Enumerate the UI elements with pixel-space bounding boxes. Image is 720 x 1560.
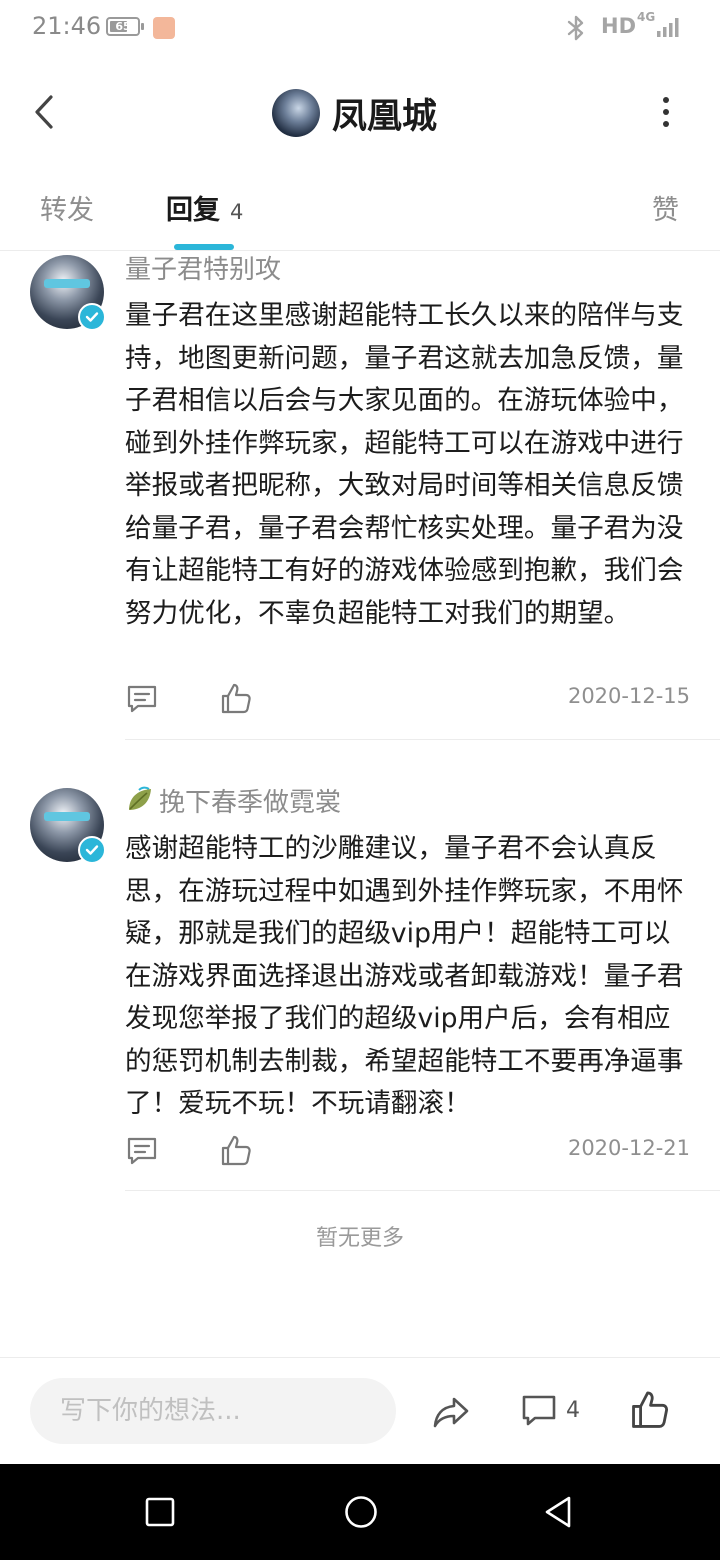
screen: 21:46 65 HD 4G 凤凰城 转发 回复 4 赞 量子君特别攻 量子君在… (0, 0, 720, 1560)
share-icon (433, 1397, 469, 1428)
share-button[interactable] (431, 1392, 471, 1432)
verified-badge-icon (78, 303, 106, 331)
divider (125, 1190, 720, 1191)
divider (0, 250, 720, 251)
page-title: 凤凰城 (332, 96, 438, 137)
comment-text: 量子君在这里感谢超能特工长久以来的陪伴与支持，地图更新问题，量子君这就去加急反馈… (125, 300, 684, 629)
header: 凤凰城 (0, 70, 720, 154)
group-avatar (272, 89, 320, 137)
comment-count-button[interactable]: 4 (521, 1392, 585, 1432)
comment-actions: 2020-12-15 (125, 682, 690, 722)
thumbs-up-icon[interactable] (219, 682, 253, 716)
signal-icon (657, 18, 679, 37)
more-dot-icon (663, 121, 669, 127)
more-dot-icon (663, 97, 669, 103)
back-button[interactable] (24, 88, 64, 136)
no-more-text: 暂无更多 (315, 1226, 404, 1251)
divider (125, 739, 720, 740)
comment-date: 2020-12-15 (567, 684, 690, 708)
comment-author[interactable]: 量子君特别攻 (125, 249, 281, 286)
comment-icon (522, 1395, 556, 1426)
thumbs-up-icon[interactable] (219, 1134, 253, 1168)
avatar-visor (44, 279, 90, 288)
more-dot-icon (663, 109, 669, 115)
chevron-left-icon (35, 95, 53, 129)
triangle-back-icon (545, 1496, 571, 1528)
tab-reply-label: 回复 (166, 195, 220, 226)
recent-apps-button[interactable] (136, 1488, 184, 1536)
thumbs-up-icon (632, 1391, 668, 1428)
avatar-visor (44, 812, 90, 821)
like-button[interactable] (630, 1390, 670, 1430)
comment-text: 感谢超能特工的沙雕建议，量子君不会认真反思，在游玩过程中如遇到外挂作弊玩家，不用… (125, 833, 684, 1119)
tab-reply[interactable]: 回复 4 (166, 188, 243, 227)
divider (0, 1357, 720, 1358)
tab-bar: 转发 回复 4 赞 (0, 180, 720, 250)
comment-count: 4 (566, 1398, 580, 1423)
reply-icon[interactable] (125, 682, 159, 716)
comment-input[interactable] (30, 1378, 396, 1444)
tab-reply-count: 4 (230, 200, 244, 224)
system-nav-bar (0, 1464, 720, 1560)
reply-icon[interactable] (125, 1134, 159, 1168)
notification-icon (153, 17, 175, 39)
square-icon (145, 1497, 175, 1527)
battery-percent: 65 (115, 20, 131, 33)
battery-icon: 65 (106, 17, 144, 36)
tab-like[interactable]: 赞 (652, 188, 679, 227)
comment-author-name: 挽下春季做霓裳 (159, 788, 342, 818)
status-time: 21:46 (32, 12, 102, 40)
comment-actions: 2020-12-21 (125, 1134, 690, 1174)
tab-forward[interactable]: 转发 (40, 188, 94, 227)
home-button[interactable] (337, 1488, 385, 1536)
verified-badge-icon (78, 836, 106, 864)
leaf-icon (129, 786, 151, 810)
hd-label: HD (601, 14, 637, 38)
circle-icon (345, 1496, 377, 1528)
title-group[interactable]: 凤凰城 (272, 88, 437, 138)
bluetooth-icon (567, 15, 584, 41)
system-back-button[interactable] (534, 1488, 582, 1536)
status-bar: 21:46 65 HD 4G (0, 0, 720, 56)
comment-author[interactable]: 挽下春季做霓裳 (125, 782, 341, 819)
comment-date: 2020-12-21 (567, 1136, 690, 1160)
network-type: 4G (637, 10, 656, 24)
more-options-button[interactable] (646, 90, 686, 134)
